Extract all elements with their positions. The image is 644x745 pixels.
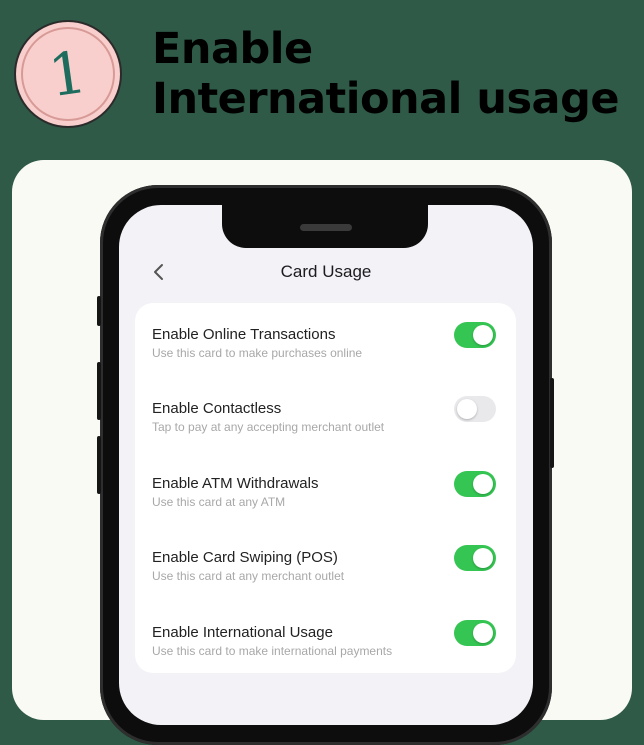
online-transactions-toggle[interactable] [454,322,496,348]
setting-subtitle: Use this card at any merchant outlet [152,569,345,583]
setting-subtitle: Use this card to make international paym… [152,644,393,658]
phone-side-button [97,296,101,326]
phone-volume-down-button [97,436,101,494]
step-number: 1 [43,37,91,111]
toggle-knob [473,474,493,494]
card-swiping-toggle[interactable] [454,545,496,571]
setting-subtitle: Tap to pay at any accepting merchant out… [152,420,385,434]
setting-row-contactless: Enable Contactless Tap to pay at any acc… [152,396,498,442]
setting-title: Enable Online Transactions [152,326,336,343]
setting-title: Enable Contactless [152,400,282,417]
phone-speaker [300,224,352,231]
step-heading: Enable International usage [152,24,620,124]
screen-title: Card Usage [280,262,372,281]
setting-subtitle: Use this card at any ATM [152,495,286,509]
toggle-knob [457,399,477,419]
setting-row-online-transactions: Enable Online Transactions Use this card… [152,322,498,368]
atm-withdrawals-toggle[interactable] [454,471,496,497]
setting-title: Enable Card Swiping (POS) [152,549,338,566]
setting-row-international-usage: Enable International Usage Use this card… [152,620,498,666]
setting-subtitle: Use this card to make purchases online [152,346,363,360]
step-badge: 1 [14,20,122,128]
setting-title: Enable International Usage [152,624,333,641]
toggle-knob [473,325,493,345]
setting-title: Enable ATM Withdrawals [152,475,319,492]
international-usage-toggle[interactable] [454,620,496,646]
setting-row-atm-withdrawals: Enable ATM Withdrawals Use this card at … [152,471,498,517]
phone-volume-up-button [97,362,101,420]
chevron-left-icon[interactable] [150,263,166,281]
setting-row-card-swiping: Enable Card Swiping (POS) Use this card … [152,545,498,591]
contactless-toggle[interactable] [454,396,496,422]
toggle-knob [473,623,493,643]
phone-power-button [550,378,554,468]
toggle-knob [473,548,493,568]
